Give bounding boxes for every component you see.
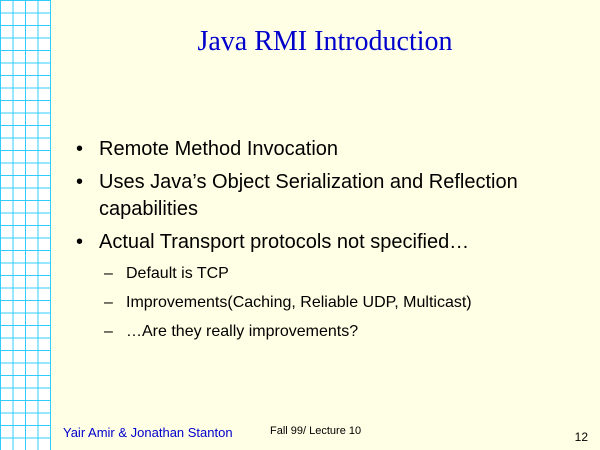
footer-lecture: Fall 99/ Lecture 10 <box>270 425 362 437</box>
slide-title: Java RMI Introduction <box>197 26 453 57</box>
sub-bullet-text: Default is TCP <box>126 265 229 282</box>
footer-authors: Yair Amir & Jonathan Stanton <box>63 425 233 440</box>
sub-bullet-text: Improvements(Caching, Reliable UDP, Mult… <box>126 294 472 311</box>
bullet-item: • Remote Method Invocation <box>76 136 576 163</box>
sub-bullet-item: – …Are they really improvements? <box>104 321 594 343</box>
bullet-text: Uses Java’s Object Serialization and Ref… <box>99 171 518 220</box>
bullet-text: Actual Transport protocols not specified… <box>99 231 470 253</box>
bullet-marker: • <box>76 138 84 160</box>
slide: Java RMI Introduction • Remote Method In… <box>0 0 600 450</box>
page-number: 12 <box>574 430 588 444</box>
sub-bullet-marker: – <box>104 265 113 282</box>
bullet-item: • Uses Java’s Object Serialization and R… <box>76 169 576 223</box>
bullet-list: • Remote Method Invocation • Uses Java’s… <box>76 136 576 262</box>
sub-bullet-item: – Default is TCP <box>104 263 594 285</box>
sub-bullet-list: – Default is TCP – Improvements(Caching,… <box>104 263 594 350</box>
bullet-text: Remote Method Invocation <box>99 138 339 160</box>
sub-bullet-marker: – <box>104 294 113 311</box>
decorative-grid <box>0 0 51 450</box>
bullet-marker: • <box>76 171 84 193</box>
sub-bullet-marker: – <box>104 323 113 340</box>
sub-bullet-text: …Are they really improvements? <box>126 323 359 340</box>
bullet-marker: • <box>76 231 84 253</box>
sub-bullet-item: – Improvements(Caching, Reliable UDP, Mu… <box>104 292 594 314</box>
bullet-item: • Actual Transport protocols not specifi… <box>76 229 576 256</box>
